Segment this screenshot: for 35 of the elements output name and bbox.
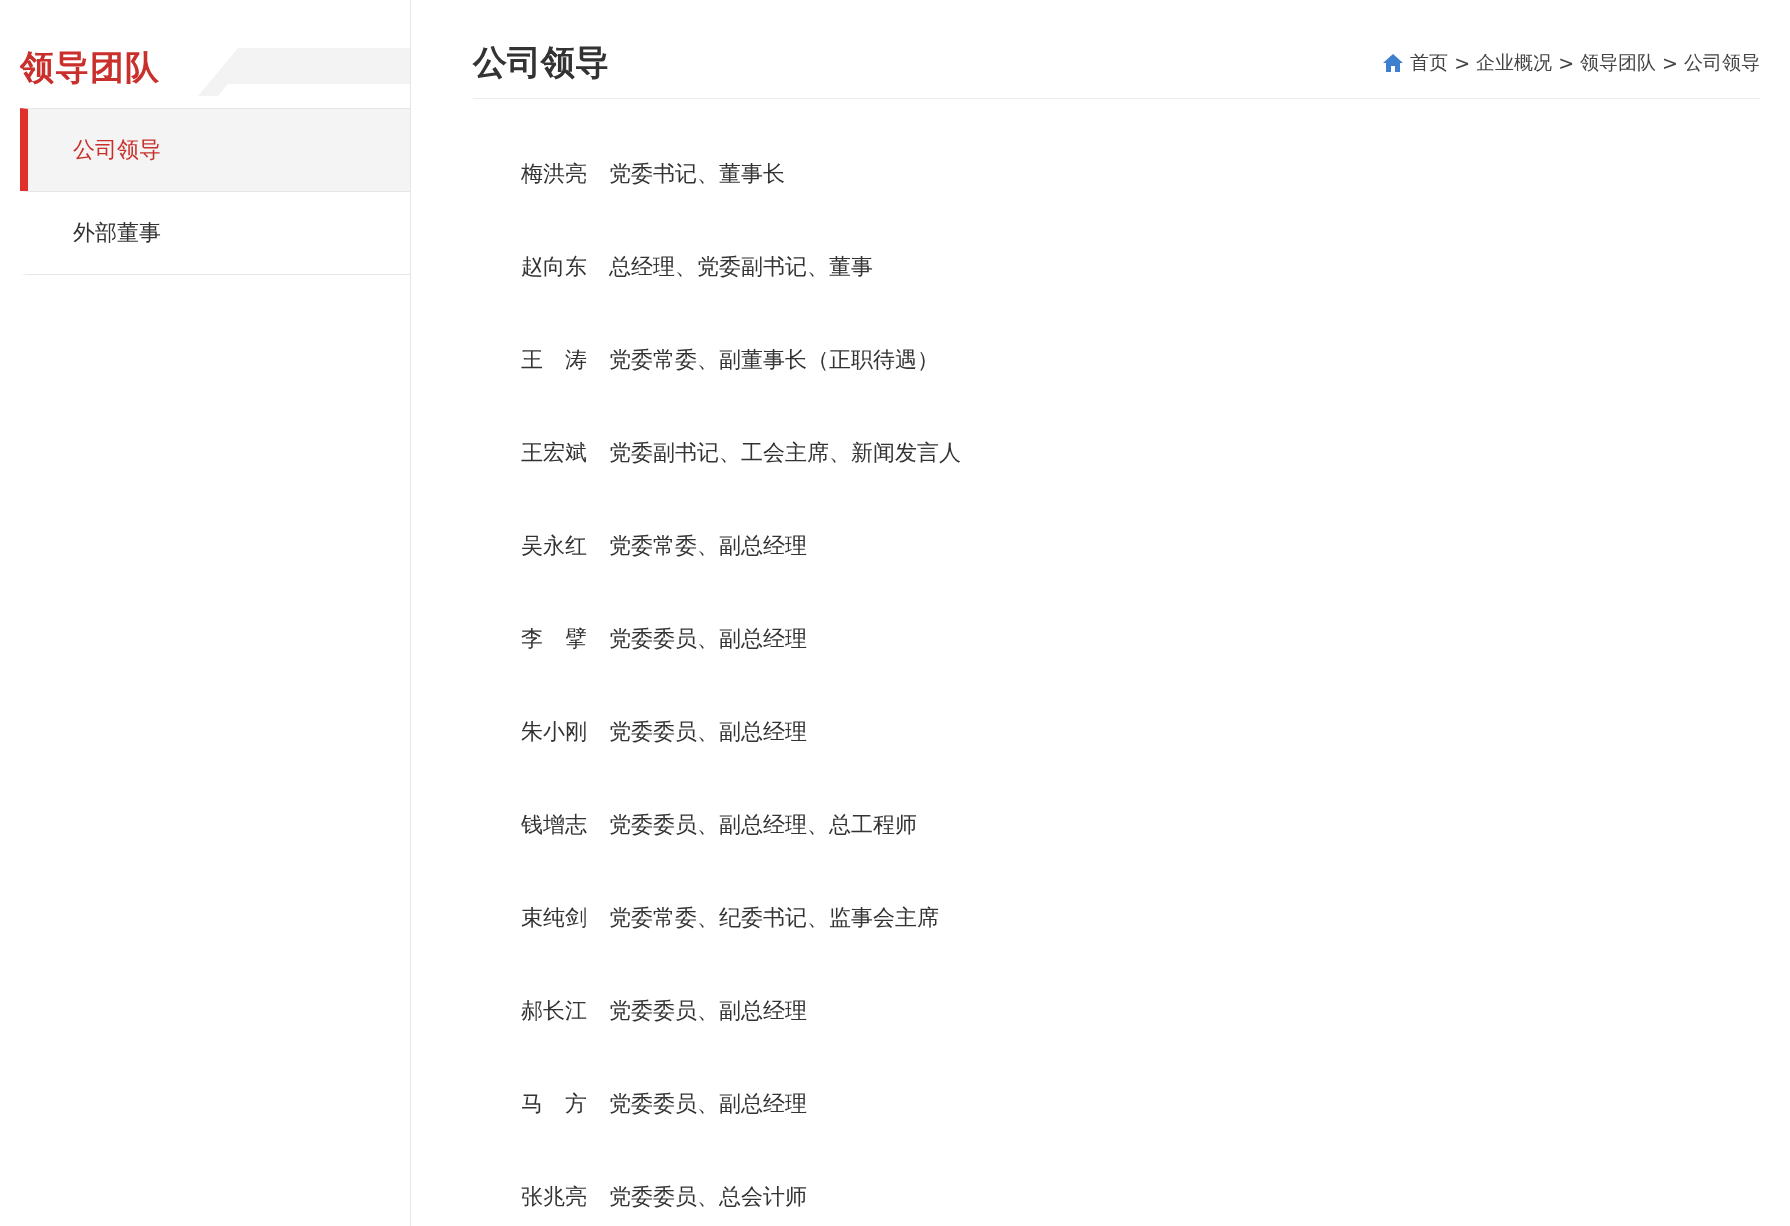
leader-position: 党委委员、总会计师 [609, 1182, 807, 1211]
leader-name: 郝长江 [521, 996, 588, 1025]
leader-position: 总经理、党委副书记、董事 [609, 252, 873, 281]
home-icon[interactable] [1382, 53, 1405, 73]
leader-name: 马 方 [521, 1089, 588, 1118]
leader-position: 党委委员、副总经理 [609, 1089, 807, 1118]
breadcrumb-separator: > [1558, 52, 1575, 74]
leader-name: 钱增志 [521, 810, 588, 839]
leader-name: 梅洪亮 [521, 159, 588, 188]
breadcrumb-separator: > [1662, 52, 1678, 74]
leader-position: 党委常委、副董事长（正职待遇） [609, 345, 939, 374]
page-title: 公司领导 [473, 41, 609, 84]
leader-position: 党委常委、纪委书记、监事会主席 [609, 903, 939, 932]
leader-position: 党委委员、副总经理 [609, 717, 807, 746]
leader-position: 党委常委、副总经理 [609, 531, 807, 560]
breadcrumb-link[interactable]: 领导团队 [1580, 50, 1657, 76]
leader-position: 党委委员、副总经理 [609, 624, 807, 653]
sidebar-menu-item[interactable]: 公司领导 [20, 108, 410, 191]
leader-name: 张兆亮 [521, 1182, 588, 1211]
breadcrumb-link[interactable]: 公司领导 [1684, 50, 1760, 76]
leader-position: 党委委员、副总经理 [609, 996, 807, 1025]
leader-name: 束纯剑 [521, 903, 588, 932]
leader-name: 王宏斌 [521, 438, 588, 467]
leader-name: 赵向东 [521, 252, 588, 281]
leader-name: 王 涛 [521, 345, 588, 374]
leader-name: 李 擘 [521, 624, 588, 653]
leader-position: 党委副书记、工会主席、新闻发言人 [609, 438, 961, 467]
leader-position: 党委书记、董事长 [609, 159, 785, 188]
sidebar-menu-item[interactable]: 外部董事 [20, 191, 410, 275]
breadcrumb-link[interactable]: 企业概况 [1476, 50, 1553, 76]
breadcrumb-link[interactable]: 首页 [1410, 50, 1449, 76]
leader-name: 朱小刚 [521, 717, 588, 746]
breadcrumb-separator: > [1454, 52, 1471, 74]
leader-position: 党委委员、副总经理、总工程师 [609, 810, 917, 839]
leader-name: 吴永红 [521, 531, 588, 560]
